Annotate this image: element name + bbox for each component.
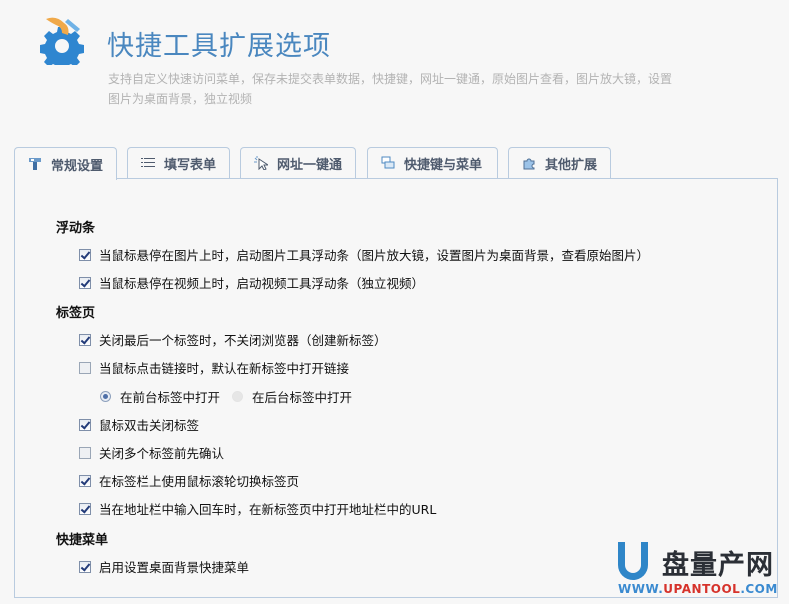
option-label: 当在地址栏中输入回车时，在新标签页中打开地址栏中的URL [99, 502, 437, 517]
tab-other-extensions[interactable]: 其他扩展 [508, 147, 611, 178]
cursor-click-icon [253, 155, 269, 171]
tab-hotkeys-menu[interactable]: 快捷键与菜单 [367, 147, 498, 178]
page-title: 快捷工具扩展选项 [107, 31, 331, 62]
option-image-float-bar[interactable]: 当鼠标悬停在图片上时，启动图片工具浮动条（图片放大镜，设置图片为桌面背景，查看原… [79, 245, 649, 264]
section-title-quick-menu: 快捷菜单 [56, 533, 109, 548]
tab-label: 网址一键通 [277, 157, 343, 173]
radio-foreground[interactable] [100, 391, 111, 402]
radio-group-open-location: 在前台标签中打开 在后台标签中打开 [100, 387, 364, 406]
option-label: 鼠标双击关闭标签 [99, 418, 200, 433]
checkbox[interactable] [79, 333, 91, 346]
option-keep-browser-open[interactable]: 关闭最后一个标签时，不关闭浏览器（创建新标签） [79, 330, 387, 349]
watermark-url: WWW.UPANTOOL.COM [618, 582, 778, 596]
radio-background[interactable] [232, 391, 244, 402]
checkbox[interactable] [79, 560, 91, 573]
url-suffix: .COM [740, 582, 778, 596]
tab-url-onekey[interactable]: 网址一键通 [240, 147, 356, 178]
option-label: 关闭多个标签前先确认 [99, 446, 225, 461]
option-label: 当鼠标点击链接时，默认在新标签中打开链接 [99, 361, 350, 376]
option-label: 当鼠标悬停在图片上时，启动图片工具浮动条（图片放大镜，设置图片为桌面背景，查看原… [99, 248, 650, 263]
checkbox[interactable] [79, 502, 91, 515]
radio-label: 在前台标签中打开 [120, 390, 221, 405]
option-video-float-bar[interactable]: 当鼠标悬停在视频上时，启动视频工具浮动条（独立视频） [79, 273, 424, 292]
option-open-link-new-tab[interactable]: 当鼠标点击链接时，默认在新标签中打开链接 [79, 358, 349, 377]
option-double-click-close[interactable]: 鼠标双击关闭标签 [79, 415, 199, 434]
checkbox[interactable] [79, 474, 91, 487]
checkbox[interactable] [79, 361, 91, 374]
checkbox[interactable] [79, 276, 91, 289]
option-confirm-close-multiple[interactable]: 关闭多个标签前先确认 [79, 443, 224, 462]
option-wheel-switch-tabs[interactable]: 在标签栏上使用鼠标滚轮切换标签页 [79, 471, 299, 490]
checkbox[interactable] [79, 248, 91, 261]
keyboard-icon [380, 155, 396, 171]
tab-label: 快捷键与菜单 [404, 157, 483, 173]
url-prefix: WWW. [618, 582, 664, 596]
section-title-float-bar: 浮动条 [56, 221, 96, 236]
u-logo-icon [618, 542, 648, 580]
page-header: 快捷工具扩展选项 支持自定义快速访问菜单，保存未提交表单数据，快捷键，网址一键通… [0, 0, 789, 120]
option-address-bar-new-tab[interactable]: 当在地址栏中输入回车时，在新标签页中打开地址栏中的URL [79, 499, 436, 518]
checkbox[interactable] [79, 418, 91, 431]
list-icon [140, 155, 156, 171]
page-subtitle: 支持自定义快速访问菜单，保存未提交表单数据，快捷键，网址一键通，原始图片查看，图… [108, 72, 673, 106]
section-title-tabs: 标签页 [56, 306, 96, 321]
wrench-icon [27, 156, 43, 172]
option-label: 启用设置桌面背景快捷菜单 [99, 560, 250, 575]
option-label: 在标签栏上使用鼠标滚轮切换标签页 [99, 474, 300, 489]
watermark-logo: 盘量产网 WWW.UPANTOOL.COM [614, 535, 784, 604]
tab-fill-form[interactable]: 填写表单 [127, 147, 230, 178]
option-label: 关闭最后一个标签时，不关闭浏览器（创建新标签） [99, 333, 387, 348]
tab-label: 填写表单 [164, 157, 217, 173]
option-label: 当鼠标悬停在视频上时，启动视频工具浮动条（独立视频） [99, 276, 425, 291]
radio-label: 在后台标签中打开 [252, 390, 353, 405]
checkbox[interactable] [79, 446, 91, 459]
url-main: UPANTOOL [663, 582, 741, 596]
puzzle-icon [521, 155, 537, 171]
watermark-text: 盘量产网 [662, 550, 774, 581]
tab-general-settings[interactable]: 常规设置 [14, 147, 117, 180]
option-wallpaper-menu[interactable]: 启用设置桌面背景快捷菜单 [79, 557, 249, 576]
tab-label: 其他扩展 [545, 157, 598, 173]
gear-wrench-icon [40, 17, 84, 65]
tab-label: 常规设置 [51, 158, 104, 174]
